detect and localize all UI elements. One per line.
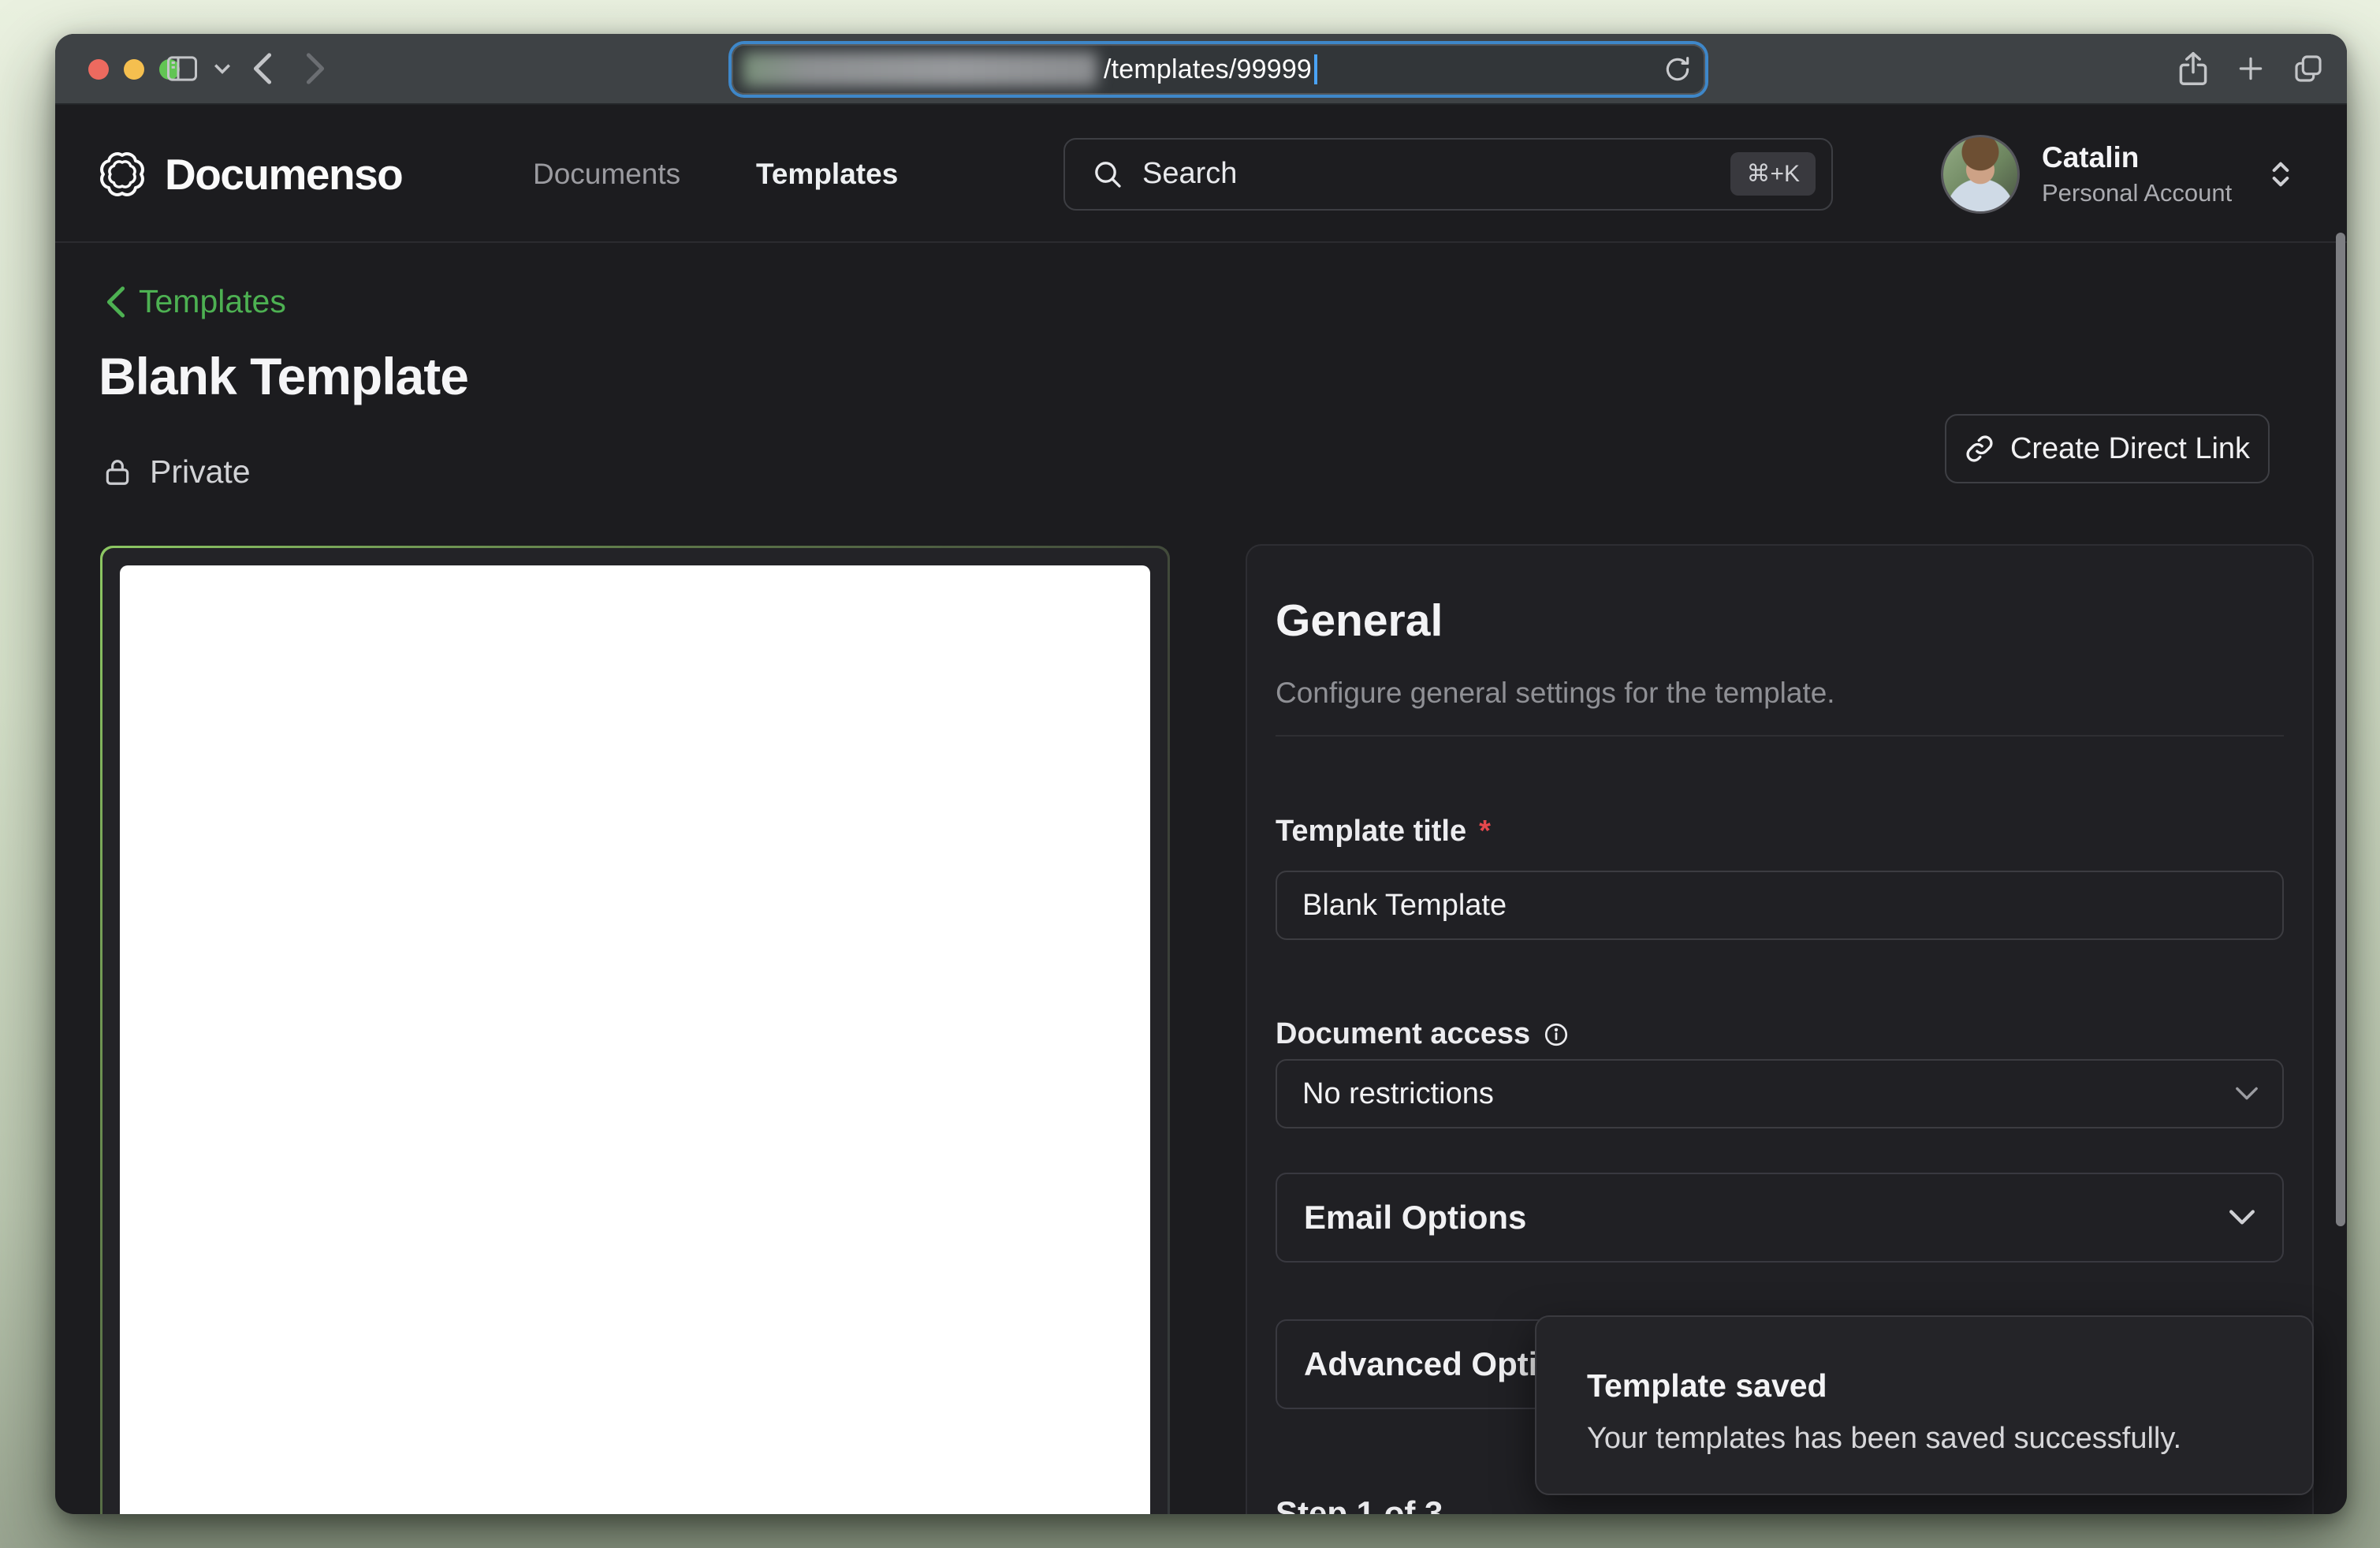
- tab-overview-icon[interactable]: [2292, 53, 2324, 84]
- visibility-label: Private: [150, 453, 251, 491]
- browser-window: /templates/99999 Documenso D: [55, 34, 2347, 1514]
- info-icon[interactable]: [1543, 1021, 1570, 1048]
- sidebar-toggle-icon[interactable]: [166, 55, 198, 82]
- general-description: Configure general settings for the templ…: [1276, 677, 2284, 710]
- account-menu[interactable]: Catalin Personal Account: [1941, 135, 2296, 214]
- new-tab-icon[interactable]: [2236, 54, 2266, 84]
- page-title: Blank Template: [99, 346, 468, 406]
- step-indicator: Step 1 of 3: [1276, 1494, 2284, 1514]
- document-access-label: Document access: [1276, 1017, 2284, 1051]
- chevron-down-icon: [2229, 1209, 2255, 1226]
- required-asterisk: *: [1479, 815, 1491, 849]
- email-options-label: Email Options: [1304, 1199, 2229, 1237]
- url-path-text: /templates/99999: [1104, 54, 1312, 85]
- text-caret: [1314, 54, 1317, 84]
- template-title-input[interactable]: Blank Template: [1276, 871, 2284, 940]
- toast-title: Template saved: [1587, 1367, 2312, 1404]
- page-scrollbar[interactable]: [2336, 233, 2345, 1226]
- lock-icon: [102, 456, 132, 489]
- app-navbar: Documenso Documents Templates Search ⌘+K…: [55, 106, 2347, 243]
- toast-message: Your templates has been saved successful…: [1587, 1422, 2312, 1456]
- brand-name: Documenso: [165, 149, 402, 200]
- forward-button-icon[interactable]: [305, 52, 326, 85]
- document-access-select[interactable]: No restrictions: [1276, 1059, 2284, 1128]
- avatar: [1941, 135, 2020, 214]
- sidebar-menu-chevron-icon[interactable]: [214, 63, 231, 74]
- back-button-icon[interactable]: [252, 52, 273, 85]
- document-preview-card: [100, 546, 1170, 1514]
- documenso-rosette-icon: [97, 149, 147, 200]
- document-page-blank[interactable]: [120, 565, 1150, 1514]
- minimize-window-button[interactable]: [124, 59, 144, 80]
- search-icon: [1092, 159, 1123, 190]
- breadcrumb-label: Templates: [139, 283, 286, 320]
- browser-toolbar: /templates/99999: [55, 34, 2347, 105]
- template-title-value: Blank Template: [1302, 889, 1507, 923]
- documenso-logo[interactable]: Documenso: [97, 149, 402, 200]
- visibility-row: Private: [102, 453, 251, 491]
- nav-link-templates[interactable]: Templates: [756, 158, 898, 191]
- account-name: Catalin: [2042, 141, 2232, 174]
- share-icon[interactable]: [2178, 51, 2208, 86]
- breadcrumb-back-link[interactable]: Templates: [104, 283, 286, 320]
- create-direct-link-button[interactable]: Create Direct Link: [1945, 414, 2270, 483]
- create-direct-link-label: Create Direct Link: [2010, 432, 2250, 466]
- chevron-left-icon: [104, 285, 128, 319]
- chevrons-up-down-icon: [2265, 157, 2296, 192]
- account-type: Personal Account: [2042, 179, 2232, 207]
- redacted-domain-blur: [743, 52, 1097, 87]
- general-heading: General: [1276, 595, 2284, 647]
- link-icon: [1965, 434, 1995, 464]
- divider: [1276, 735, 2284, 737]
- search-input[interactable]: Search ⌘+K: [1063, 138, 1833, 211]
- search-placeholder: Search: [1142, 157, 1730, 191]
- close-window-button[interactable]: [88, 59, 109, 80]
- chevron-down-icon: [2235, 1086, 2259, 1102]
- document-preview-frame: [102, 548, 1168, 1514]
- nav-link-documents[interactable]: Documents: [533, 158, 680, 191]
- document-access-value: No restrictions: [1302, 1077, 2235, 1111]
- email-options-section[interactable]: Email Options: [1276, 1173, 2284, 1263]
- search-shortcut-badge: ⌘+K: [1730, 152, 1816, 196]
- template-title-label: Template title *: [1276, 815, 2284, 849]
- toast-notification: Template saved Your templates has been s…: [1535, 1315, 2314, 1495]
- address-bar[interactable]: /templates/99999: [732, 44, 1705, 95]
- reload-icon[interactable]: [1663, 54, 1693, 84]
